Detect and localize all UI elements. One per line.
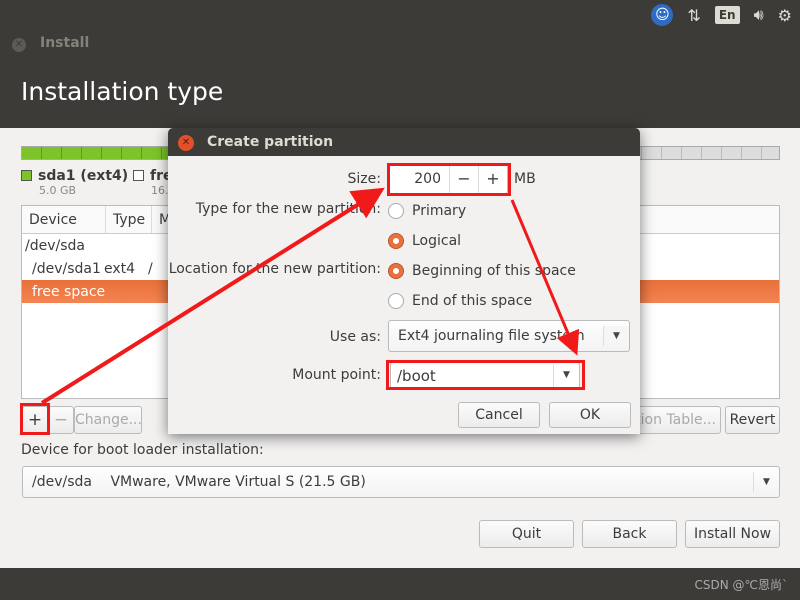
accessibility-icon[interactable]: ☺ bbox=[651, 4, 674, 26]
use-as-value: Ext4 journaling file system bbox=[398, 328, 585, 344]
radio-primary[interactable]: Primary bbox=[388, 203, 466, 219]
highlight-size bbox=[387, 163, 511, 196]
size-label: Size: bbox=[347, 171, 381, 187]
radio-circle-checked bbox=[388, 263, 404, 279]
keyboard-layout-icon[interactable]: En bbox=[714, 6, 740, 24]
column-device[interactable]: Device bbox=[22, 206, 106, 233]
partition-bar-sda1 bbox=[22, 147, 169, 159]
mount-point-label: Mount point: bbox=[292, 367, 381, 383]
legend-free: fre 16. bbox=[133, 168, 173, 197]
window-title: Install bbox=[40, 35, 90, 51]
bottom-bar: CSDN @℃恩尚` bbox=[0, 568, 800, 600]
legend-swatch bbox=[21, 170, 32, 181]
row-device: /dev/sda bbox=[25, 237, 85, 254]
row-device: /dev/sda1 bbox=[32, 260, 101, 277]
back-button[interactable]: Back bbox=[582, 520, 677, 548]
watermark: CSDN @℃恩尚` bbox=[694, 578, 788, 592]
legend-size: 5.0 GB bbox=[39, 184, 77, 197]
cancel-button[interactable]: Cancel bbox=[458, 402, 540, 428]
use-as-label: Use as: bbox=[329, 329, 381, 345]
ok-button[interactable]: OK bbox=[549, 402, 631, 428]
network-icon[interactable]: ⇅ bbox=[687, 6, 700, 25]
radio-label: Beginning of this space bbox=[412, 263, 576, 279]
remove-partition-button[interactable]: − bbox=[48, 406, 74, 434]
window-header: ✕ Install Installation type bbox=[0, 30, 800, 128]
chevron-down-icon: ▼ bbox=[603, 326, 629, 346]
legend-swatch bbox=[133, 170, 144, 181]
column-type[interactable]: Type bbox=[106, 206, 152, 233]
radio-label: End of this space bbox=[412, 293, 533, 309]
highlight-add-button bbox=[20, 403, 50, 435]
size-unit: MB bbox=[514, 171, 536, 187]
page-title: Installation type bbox=[21, 77, 224, 106]
highlight-mount-point bbox=[386, 360, 585, 390]
dialog-title: Create partition bbox=[207, 134, 334, 150]
dialog-titlebar: ✕ Create partition bbox=[168, 128, 640, 156]
radio-label: Logical bbox=[412, 233, 462, 249]
bootloader-device-select[interactable]: /dev/sda VMware, VMware Virtual S (21.5 … bbox=[22, 466, 780, 498]
chevron-down-icon: ▼ bbox=[753, 472, 779, 492]
bootloader-label: Device for boot loader installation: bbox=[21, 442, 264, 458]
power-gear-icon[interactable]: ⚙ bbox=[778, 6, 792, 25]
close-icon[interactable]: ✕ bbox=[178, 135, 194, 151]
row-mount: / bbox=[148, 260, 153, 277]
window-close-icon[interactable]: ✕ bbox=[12, 38, 26, 52]
radio-circle-checked bbox=[388, 233, 404, 249]
radio-circle bbox=[388, 203, 404, 219]
install-now-button[interactable]: Install Now bbox=[685, 520, 780, 548]
bootloader-device: /dev/sda bbox=[32, 474, 92, 490]
revert-button[interactable]: Revert bbox=[725, 406, 780, 434]
bootloader-description: VMware, VMware Virtual S (21.5 GB) bbox=[110, 474, 366, 490]
radio-beginning[interactable]: Beginning of this space bbox=[388, 263, 576, 279]
radio-end[interactable]: End of this space bbox=[388, 293, 532, 309]
volume-icon[interactable]: 🔊︎ bbox=[754, 5, 764, 25]
row-type: ext4 bbox=[104, 260, 136, 277]
type-label: Type for the new partition: bbox=[195, 201, 381, 217]
radio-logical[interactable]: Logical bbox=[388, 233, 461, 249]
use-as-select[interactable]: Ext4 journaling file system ▼ bbox=[388, 320, 630, 352]
legend-name: sda1 (ext4) bbox=[38, 168, 129, 184]
top-panel: ☺ ⇅ En 🔊︎ ⚙ bbox=[0, 0, 800, 30]
radio-circle bbox=[388, 293, 404, 309]
legend-sda1: sda1 (ext4) 5.0 GB bbox=[21, 168, 128, 197]
quit-button[interactable]: Quit bbox=[479, 520, 574, 548]
location-label: Location for the new partition: bbox=[168, 261, 381, 277]
change-partition-button[interactable]: Change... bbox=[74, 406, 142, 434]
radio-label: Primary bbox=[412, 203, 467, 219]
row-device: free space bbox=[32, 283, 106, 300]
